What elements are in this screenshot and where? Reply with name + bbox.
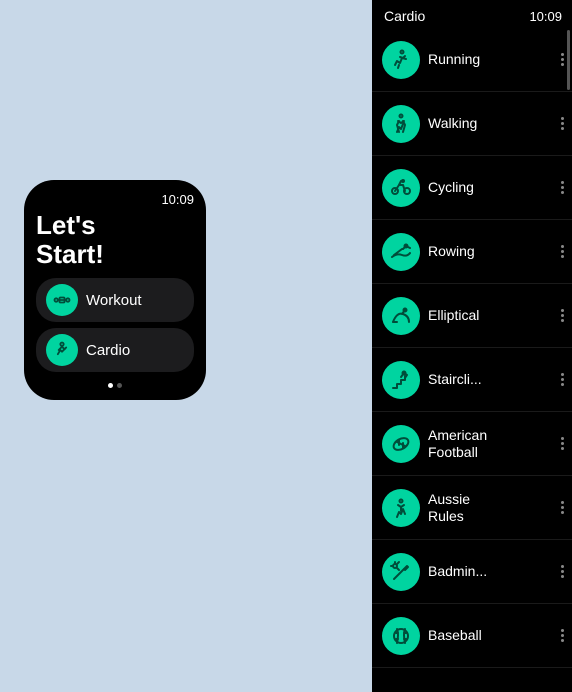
cycling-more[interactable] [561,181,564,194]
scrollbar[interactable] [567,30,570,90]
list-item[interactable]: Running [372,28,572,92]
rowing-icon [382,233,420,271]
american-football-more[interactable] [561,437,564,450]
dot-2 [117,383,122,388]
cycling-icon [382,169,420,207]
cycling-label: Cycling [428,179,553,196]
right-watch-title: Cardio [384,8,425,24]
stairs-icon [382,361,420,399]
cardio-label: Cardio [86,342,130,359]
list-item[interactable]: Badmin... [372,540,572,604]
list-item[interactable]: Baseball [372,604,572,668]
cardio-menu-item[interactable]: Cardio [36,328,194,372]
list-item[interactable]: Cycling [372,156,572,220]
football-icon [382,425,420,463]
list-item[interactable]: Rowing [372,220,572,284]
left-watch-time: 10:09 [36,192,194,207]
running-icon [382,41,420,79]
right-watch-header: Cardio 10:09 [372,0,572,28]
walking-icon [382,105,420,143]
running-more[interactable] [561,53,564,66]
stairclimber-label: Staircli... [428,371,553,388]
elliptical-icon [382,297,420,335]
rowing-more[interactable] [561,245,564,258]
dot-1 [108,383,113,388]
right-watch: Cardio 10:09 Running [372,0,572,692]
right-watch-time: 10:09 [529,9,562,24]
baseball-more[interactable] [561,629,564,642]
badminton-more[interactable] [561,565,564,578]
list-item[interactable]: Elliptical [372,284,572,348]
workout-icon [46,284,78,316]
rowing-label: Rowing [428,243,553,260]
list-item[interactable]: AmericanFootball [372,412,572,476]
walking-label: Walking [428,115,553,132]
american-football-label: AmericanFootball [428,427,553,461]
aussie-rules-more[interactable] [561,501,564,514]
badminton-icon [382,553,420,591]
workout-list: Running Walking [372,28,572,692]
cardio-icon [46,334,78,366]
baseball-icon [382,617,420,655]
workout-menu-item[interactable]: Workout [36,278,194,322]
baseball-label: Baseball [428,627,553,644]
left-watch: 10:09 Let'sStart! Workout Cardio [24,180,206,400]
workout-label: Workout [86,292,142,309]
elliptical-more[interactable] [561,309,564,322]
aussie-icon [382,489,420,527]
aussie-rules-label: AussieRules [428,491,553,525]
stairclimber-more[interactable] [561,373,564,386]
left-watch-title: Let'sStart! [36,211,194,268]
running-label: Running [428,51,553,68]
list-item[interactable]: AussieRules [372,476,572,540]
badminton-label: Badmin... [428,563,553,580]
list-item[interactable]: Walking [372,92,572,156]
elliptical-label: Elliptical [428,307,553,324]
list-item[interactable]: Staircli... [372,348,572,412]
page-dots [36,383,194,388]
walking-more[interactable] [561,117,564,130]
